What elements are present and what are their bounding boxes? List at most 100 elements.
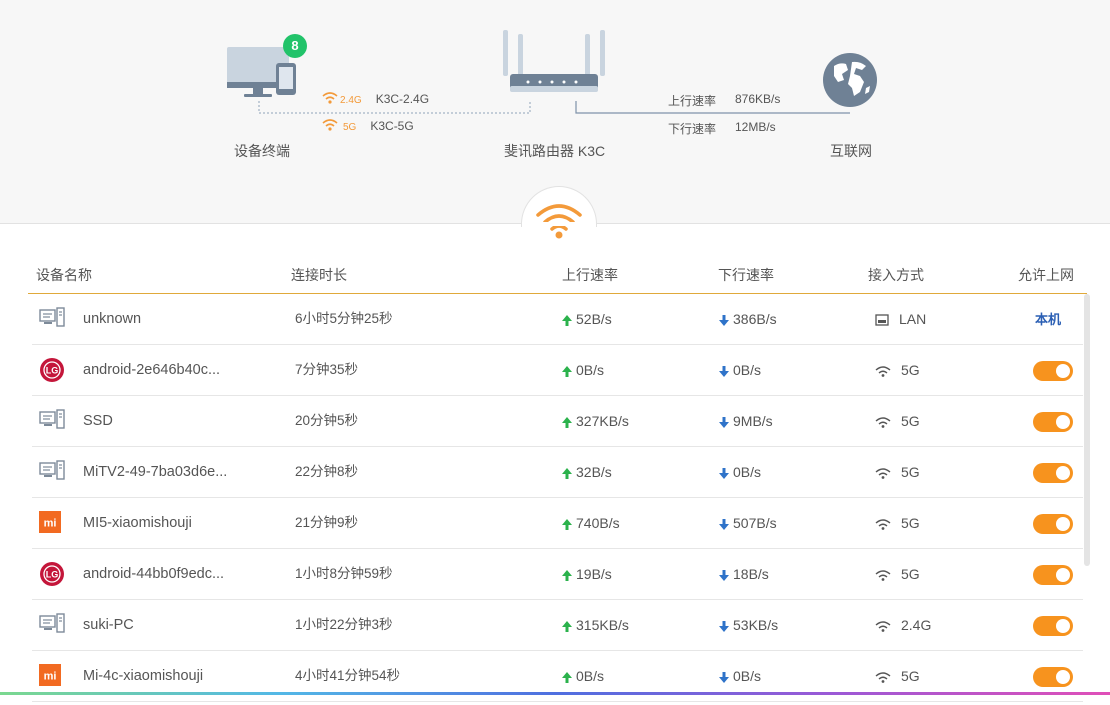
allow-internet-cell [1029,447,1077,497]
upload-speed: 315KB/s [562,600,629,650]
router-label: 斐讯路由器 K3C [504,143,606,159]
download-arrow-icon [719,671,729,683]
wifi-connection-icon [875,366,891,378]
connection-type: 5G [875,498,920,548]
upload-arrow-icon [562,467,572,479]
download-speed: 507B/s [719,498,777,548]
connection-type-value: 5G [901,566,920,582]
wifi-connection-icon [875,519,891,531]
download-speed-value: 0B/s [733,362,762,378]
wifi-connection-icon [875,672,891,684]
col-device-name: 设备名称 [36,267,92,283]
device-count-badge: 8 [283,34,307,58]
upload-arrow-icon [562,569,572,581]
router-admin-page: 8 设备终端 2.4G K3C-2.4G 5G K3C-5G 斐讯路由器 K3C… [0,0,1110,705]
upload-arrow-icon [562,416,572,428]
upload-speed-value: 52B/s [576,311,612,327]
upload-arrow-icon [562,314,572,326]
download-arrow-icon [719,569,729,581]
connection-duration: 22分钟8秒 [295,464,359,479]
connection-duration: 7分钟35秒 [295,362,359,377]
toggle-knob [1056,415,1070,429]
table-scrollbar[interactable] [1084,294,1090,566]
toggle-knob [1056,568,1070,582]
allow-internet-cell [1029,498,1077,548]
device-name: MI5-xiaomishouji [83,515,192,531]
upload-rate-value: 876KB/s [735,92,781,106]
allow-internet-toggle[interactable] [1033,616,1073,636]
device-name: android-2e646b40c... [83,362,221,378]
upload-speed: 32B/s [562,447,612,497]
allow-internet-toggle[interactable] [1033,565,1073,585]
toggle-knob [1056,466,1070,480]
connection-type-value: 5G [901,515,920,531]
col-connection: 接入方式 [868,267,924,283]
allow-internet-cell: 本机 [1029,294,1077,344]
connection-duration: 20分钟5秒 [295,413,359,428]
download-arrow-icon [719,416,729,428]
connection-type-value: 5G [901,668,920,684]
connection-type: 5G [875,549,920,599]
globe-icon[interactable] [822,52,878,108]
toggle-knob [1056,670,1070,684]
upload-speed: 740B/s [562,498,620,548]
wifi-connection-icon [875,621,891,633]
wifi-5g-icon [322,119,338,131]
device-name: SSD [83,413,113,429]
device-name: unknown [83,311,142,327]
download-arrow-icon [719,314,729,326]
upload-speed: 327KB/s [562,396,629,446]
allow-internet-toggle[interactable] [1033,463,1073,483]
connection-type: 5G [875,447,920,497]
allow-internet-toggle[interactable] [1033,667,1073,687]
download-speed-value: 53KB/s [733,617,779,633]
col-download: 下行速率 [718,267,774,283]
upload-speed: 0B/s [562,345,604,395]
allow-internet-toggle[interactable] [1033,514,1073,534]
devices-label: 设备终端 [234,143,290,159]
download-speed-value: 0B/s [733,464,762,480]
allow-internet-cell [1029,345,1077,395]
download-speed-value: 0B/s [733,668,762,684]
download-speed: 0B/s [719,447,761,497]
connection-duration: 6小时5分钟25秒 [295,311,393,326]
wifi-connection-icon [875,570,891,582]
connection-type-value: LAN [899,311,927,327]
connection-type: 5G [875,345,920,395]
allow-internet-toggle[interactable] [1033,412,1073,432]
table-row: mi MI5-xiaomishouji 21分钟9秒 740B/s 507B/s 5G [32,498,1083,549]
upload-speed-value: 19B/s [576,566,612,582]
wifi-connection-icon [875,417,891,429]
allow-internet-cell [1029,600,1077,650]
col-duration: 连接时长 [291,267,347,283]
router-icon[interactable] [500,28,608,98]
table-row: LG android-2e646b40c... 7分钟35秒 0B/s 0B/s 5G [32,345,1083,396]
internet-label: 互联网 [830,143,872,159]
download-rate-label: 下行速率 [668,122,717,136]
download-speed-value: 386B/s [733,311,777,327]
download-speed: 53KB/s [719,600,778,650]
band-5g: 5G K3C-5G [343,119,414,133]
download-speed: 18B/s [719,549,769,599]
allow-internet-toggle[interactable] [1033,361,1073,381]
connection-type-value: 5G [901,413,920,429]
table-row: unknown 6小时5分钟25秒 52B/s 386B/s LAN 本机 [32,294,1083,345]
band-5g-freq: 5G [343,122,357,133]
download-arrow-icon [719,467,729,479]
svg-text:LG: LG [46,366,59,376]
wifi-connection-icon [875,468,891,480]
upload-arrow-icon [562,365,572,377]
upload-speed-value: 327KB/s [576,413,629,429]
pc-icon [39,396,65,446]
upload-speed-value: 32B/s [576,464,612,480]
band-24g: 2.4G K3C-2.4G [340,92,429,106]
lan-connection-icon [875,314,889,326]
device-table-header: 设备名称 连接时长 上行速率 下行速率 接入方式 允许上网 [28,253,1087,294]
device-name: suki-PC [83,617,134,633]
wifi-icon [536,204,582,239]
upload-speed: 52B/s [562,294,612,344]
table-row: MiTV2-49-7ba03d6e... 22分钟8秒 32B/s 0B/s 5G [32,447,1083,498]
allow-internet-cell [1029,396,1077,446]
lg-logo-icon: LG [39,549,65,599]
upload-speed-value: 740B/s [576,515,620,531]
